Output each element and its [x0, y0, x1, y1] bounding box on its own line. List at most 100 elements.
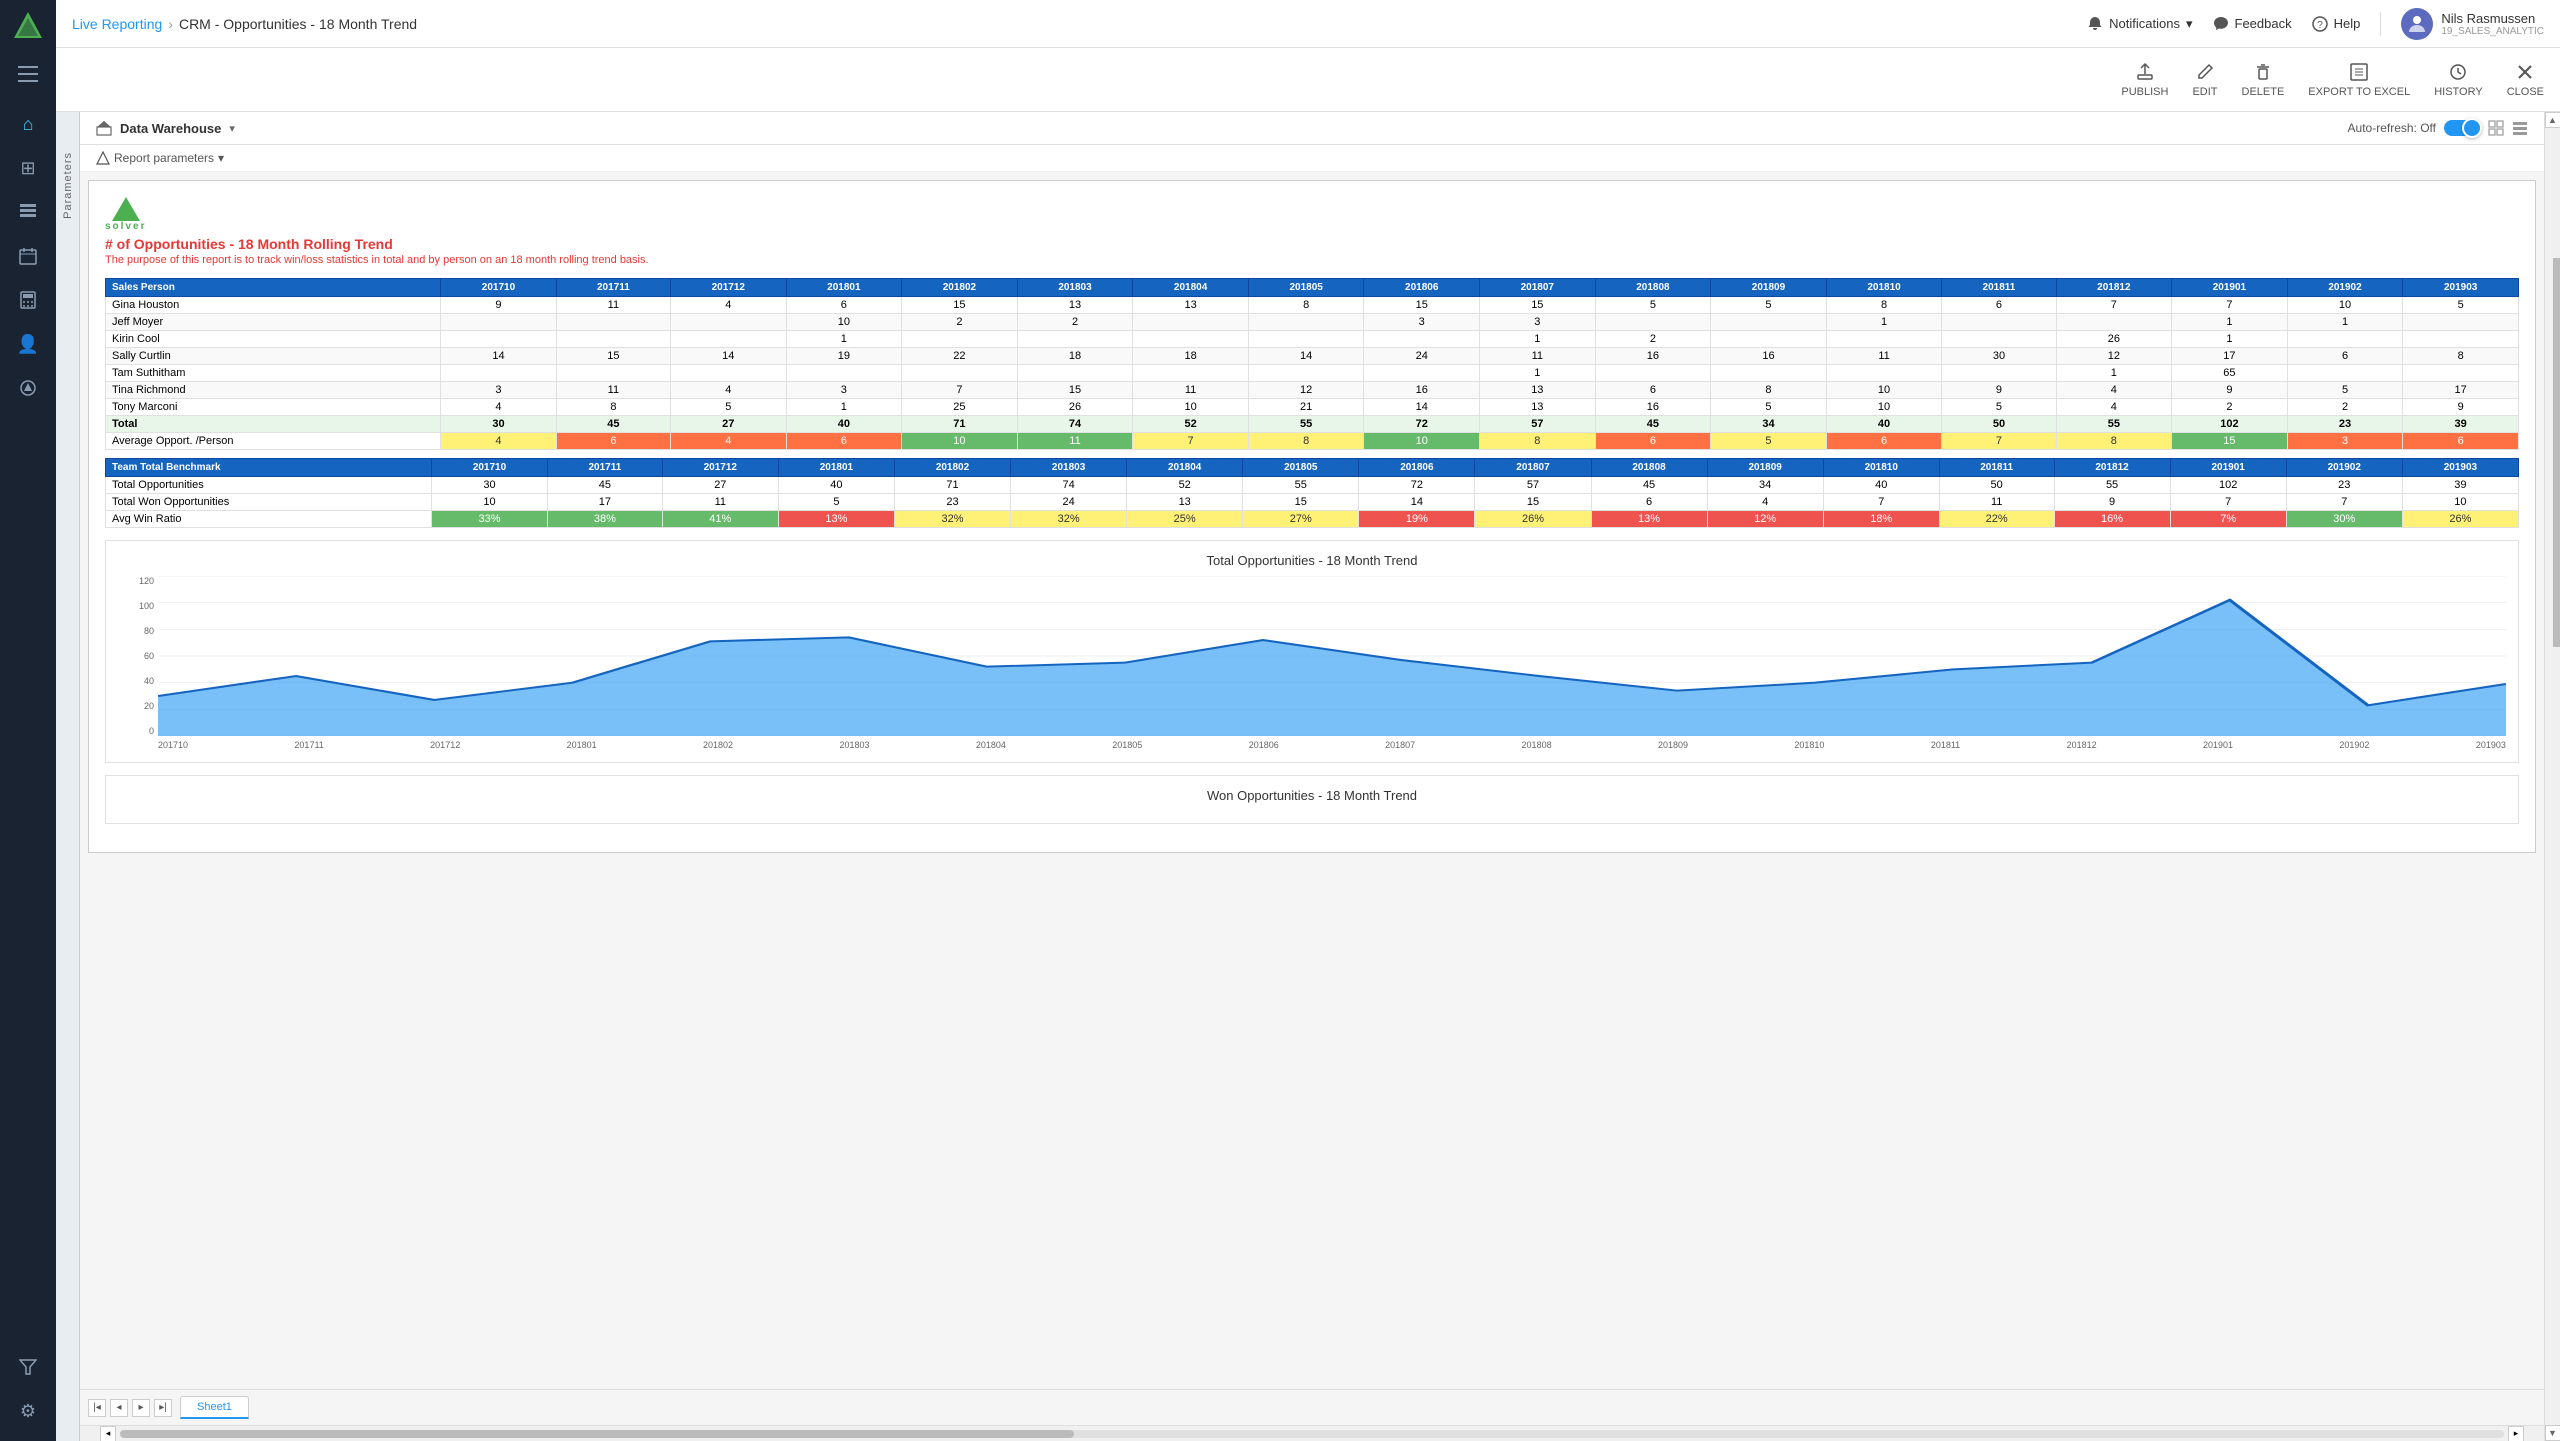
- data-cell: 16: [1595, 399, 1711, 416]
- close-button[interactable]: CLOSE: [2507, 62, 2544, 98]
- sidebar-item-reports[interactable]: [8, 192, 48, 232]
- nav-last-sheet[interactable]: ▸|: [154, 1399, 172, 1417]
- data-cell: 25: [902, 399, 1018, 416]
- data-cell: 5: [670, 399, 786, 416]
- scroll-up-button[interactable]: ▲: [2545, 112, 2560, 128]
- app-logo[interactable]: [10, 8, 46, 44]
- bench-col-201810: 201810: [1823, 459, 1939, 477]
- feedback-button[interactable]: Feedback: [2213, 16, 2292, 32]
- chart-x-label: 201802: [703, 740, 733, 750]
- report-header-right: Auto-refresh: Off: [2348, 120, 2528, 136]
- publish-label: PUBLISH: [2121, 86, 2168, 98]
- data-cell: [556, 365, 670, 382]
- data-cell: 10: [1826, 382, 1942, 399]
- bench-total-cell: 30: [431, 477, 547, 494]
- data-cell: 7: [2172, 297, 2288, 314]
- benchmark-table: Team Total Benchmark 2017102017112017122…: [105, 458, 2519, 528]
- salesperson-name: Tony Marconi: [106, 399, 441, 416]
- data-cell: 5: [1711, 399, 1827, 416]
- user-menu[interactable]: Nils Rasmussen 19_SALES_ANALYTIC: [2401, 8, 2544, 40]
- data-cell: [441, 331, 557, 348]
- params-dropdown-icon: ▾: [218, 151, 224, 165]
- chart-x-label: 201711: [294, 740, 323, 750]
- data-cell: 11: [556, 382, 670, 399]
- bench-won-cell: 23: [894, 494, 1010, 511]
- nav-prev-sheet[interactable]: ◂: [110, 1399, 128, 1417]
- topbar-right: Notifications ▾ Feedback ? Help Nils Ras…: [2087, 8, 2544, 40]
- notifications-button[interactable]: Notifications ▾: [2087, 16, 2192, 32]
- data-cell: 5: [1595, 297, 1711, 314]
- breadcrumb-live-reporting[interactable]: Live Reporting: [72, 16, 162, 32]
- auto-refresh-toggle[interactable]: [2444, 120, 2480, 136]
- sidebar-item-home[interactable]: ⌂: [8, 104, 48, 144]
- table-row: Kirin Cool112261: [106, 331, 2519, 348]
- sidebar-item-users[interactable]: 👤: [8, 324, 48, 364]
- svg-text:?: ?: [2317, 20, 2323, 31]
- data-cell: [1017, 331, 1133, 348]
- sidebar-item-filter[interactable]: [8, 1347, 48, 1387]
- table-row: Sally Curtlin141514192218181424111616113…: [106, 348, 2519, 365]
- help-button[interactable]: ? Help: [2312, 16, 2361, 32]
- main-content: Live Reporting › CRM - Opportunities - 1…: [56, 0, 2560, 1441]
- data-cell: 26: [1017, 399, 1133, 416]
- col-header-201902: 201902: [2287, 279, 2403, 297]
- sidebar-item-calendar[interactable]: [8, 236, 48, 276]
- report-header: Data Warehouse ▾ Auto-refresh: Off: [80, 112, 2544, 145]
- sidebar-item-grid[interactable]: ⊞: [8, 148, 48, 188]
- sidebar: ⌂ ⊞ 👤: [0, 0, 56, 1441]
- export-button[interactable]: EXPORT TO EXCEL: [2308, 62, 2410, 98]
- bench-won-cell: 7: [2286, 494, 2402, 511]
- delete-button[interactable]: DELETE: [2242, 62, 2285, 98]
- solver-text: solver: [105, 221, 146, 232]
- grid-view-icon[interactable]: [2488, 120, 2504, 136]
- scroll-right-button[interactable]: ▸: [2508, 1426, 2524, 1441]
- scroll-thumb[interactable]: [120, 1430, 1074, 1438]
- bench-total-cell: 45: [1591, 477, 1707, 494]
- scroll-left-button[interactable]: ◂: [100, 1426, 116, 1441]
- report-params-button[interactable]: Report parameters ▾: [96, 151, 224, 165]
- total-cell: 71: [902, 416, 1018, 433]
- warehouse-selector[interactable]: Data Warehouse ▾: [96, 120, 235, 136]
- sales-data-table: Sales Person 201710201711201712201801201…: [105, 278, 2519, 450]
- data-cell: [1711, 331, 1827, 348]
- hamburger-icon[interactable]: [8, 54, 48, 94]
- data-cell: 9: [1942, 382, 2056, 399]
- data-cell: 3: [786, 382, 902, 399]
- sheet-tab-1[interactable]: Sheet1: [180, 1396, 249, 1419]
- nav-next-sheet[interactable]: ▸: [132, 1399, 150, 1417]
- report-content[interactable]: solver # of Opportunities - 18 Month Rol…: [80, 172, 2544, 1389]
- col-header-201903: 201903: [2403, 279, 2519, 297]
- nav-first-sheet[interactable]: |◂: [88, 1399, 106, 1417]
- bench-col-header: Team Total Benchmark: [106, 459, 432, 477]
- scroll-thumb-vertical[interactable]: [2553, 258, 2560, 647]
- data-cell: 15: [1480, 297, 1596, 314]
- bench-total-cell: 34: [1707, 477, 1823, 494]
- salesperson-name: Jeff Moyer: [106, 314, 441, 331]
- list-view-icon[interactable]: [2512, 120, 2528, 136]
- chart-x-label: 201901: [2203, 740, 2233, 750]
- data-cell: 9: [2403, 399, 2519, 416]
- chart-area: 120 100 80 60 40 20 0: [118, 576, 2506, 736]
- chart-x-label: 201805: [1112, 740, 1142, 750]
- data-cell: 6: [2287, 348, 2403, 365]
- warehouse-dropdown-icon[interactable]: ▾: [229, 122, 235, 135]
- sidebar-item-shapes[interactable]: [8, 368, 48, 408]
- bench-col-201812: 201812: [2054, 459, 2170, 477]
- average-cell: 4: [441, 433, 557, 450]
- total-cell: 39: [2403, 416, 2519, 433]
- edit-button[interactable]: EDIT: [2192, 62, 2217, 98]
- scroll-down-button[interactable]: ▼: [2545, 1425, 2560, 1441]
- data-cell: 3: [1364, 314, 1480, 331]
- data-cell: 8: [2403, 348, 2519, 365]
- average-cell: 6: [2403, 433, 2519, 450]
- chart-x-label: 201806: [1249, 740, 1279, 750]
- data-cell: 4: [670, 297, 786, 314]
- col-header-201812: 201812: [2056, 279, 2172, 297]
- sidebar-item-calculator[interactable]: [8, 280, 48, 320]
- salesperson-name: Sally Curtlin: [106, 348, 441, 365]
- sidebar-item-settings[interactable]: ⚙: [8, 1391, 48, 1431]
- data-cell: [1133, 331, 1249, 348]
- horizontal-scrollbar[interactable]: ◂ ▸: [80, 1425, 2544, 1441]
- history-button[interactable]: HISTORY: [2434, 62, 2483, 98]
- publish-button[interactable]: PUBLISH: [2121, 62, 2168, 98]
